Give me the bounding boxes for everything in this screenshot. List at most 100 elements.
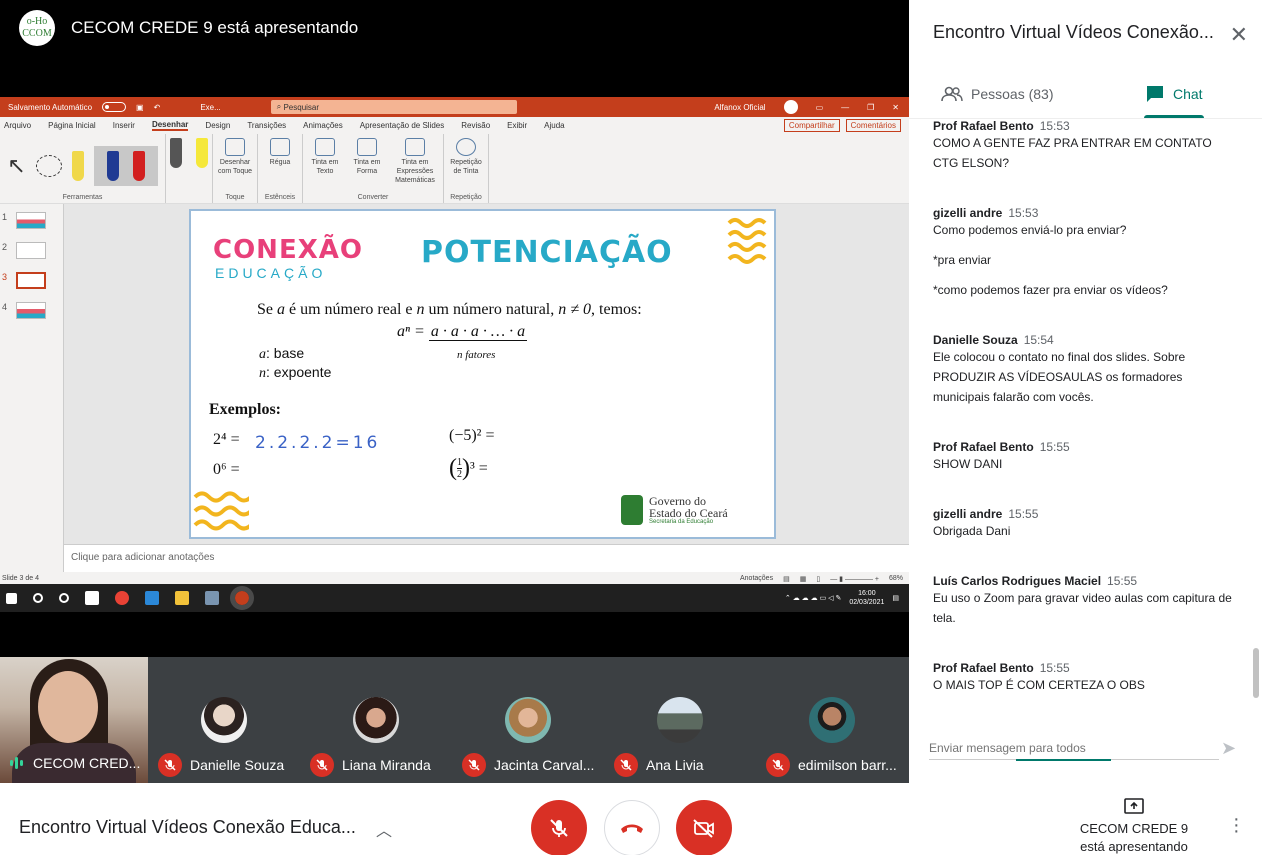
- chat-message-input[interactable]: [929, 736, 1219, 760]
- people-tab-label: Pessoas (83): [971, 86, 1054, 102]
- chrome-icon[interactable]: [115, 591, 129, 605]
- maximize-icon[interactable]: ❐: [867, 103, 874, 112]
- notes-toggle-button[interactable]: Anotações: [740, 575, 773, 583]
- lasso-icon[interactable]: [35, 155, 62, 177]
- self-video-tile[interactable]: CECOM CRED...: [0, 657, 148, 783]
- ribbon-display-icon[interactable]: ▭: [816, 103, 824, 112]
- normal-view-icon[interactable]: ▤: [783, 575, 790, 583]
- tab-revisao[interactable]: Revisão: [461, 121, 490, 130]
- undo-icon[interactable]: ↶: [154, 103, 161, 112]
- pen-selected-icon[interactable]: [93, 146, 158, 186]
- leave-call-button[interactable]: [604, 800, 660, 855]
- clock-time: 16:00: [858, 590, 876, 597]
- video-person-face: [38, 671, 98, 743]
- autosave-toggle[interactable]: [102, 102, 127, 112]
- message-time: 15:55: [1107, 574, 1138, 588]
- base-text: : base: [266, 345, 305, 361]
- notes-pane[interactable]: Clique para adicionar anotações: [64, 544, 909, 572]
- eraser-pen-icon[interactable]: [71, 151, 84, 181]
- search-icon[interactable]: [33, 593, 43, 603]
- tab-animacoes[interactable]: Animações: [303, 121, 343, 130]
- scrollbar-thumb[interactable]: [1253, 648, 1259, 698]
- message-time: 15:55: [1039, 661, 1070, 675]
- chevron-up-icon[interactable]: ︿: [376, 817, 392, 841]
- meeting-title[interactable]: Encontro Virtual Vídeos Conexão Educa...: [19, 817, 356, 838]
- avatar: [505, 697, 551, 743]
- ink-math-icon: [405, 138, 425, 156]
- def-var: n ≠ 0: [558, 301, 592, 318]
- ink-to-shape-button[interactable]: Tinta em Forma: [349, 138, 385, 176]
- tab-arquivo[interactable]: Arquivo: [4, 121, 31, 130]
- windows-start-icon[interactable]: [6, 592, 17, 604]
- ribbon-group-label: Ferramentas: [62, 194, 103, 201]
- example-2: 0⁶ =: [213, 461, 240, 478]
- zoom-slider[interactable]: — ▮ ———— +: [830, 575, 879, 583]
- ink-to-text-button[interactable]: Tinta em Texto: [307, 138, 343, 176]
- tab-pagina-inicial[interactable]: Página Inicial: [48, 121, 96, 130]
- tab-desenhar[interactable]: Desenhar: [151, 120, 189, 131]
- draw-with-touch-button[interactable]: Desenhar com Toque: [217, 138, 253, 176]
- powerpoint-icon[interactable]: [230, 586, 254, 610]
- reading-view-icon[interactable]: ▯: [816, 575, 820, 583]
- select-cursor-icon[interactable]: ↖: [7, 153, 25, 179]
- chat-scrollbar[interactable]: [1252, 118, 1260, 708]
- comments-button[interactable]: Comentários: [845, 119, 901, 132]
- participant-tile[interactable]: edimilson barr...: [756, 657, 908, 783]
- mic-toggle-button[interactable]: [531, 800, 587, 855]
- app-icon[interactable]: [145, 591, 159, 605]
- network-app-icon[interactable]: [205, 591, 219, 605]
- participant-tile[interactable]: Jacinta Carval...: [452, 657, 604, 783]
- presenting-status[interactable]: CECOM CREDE 9 está apresentando: [1070, 797, 1198, 855]
- slide-thumbnail-1[interactable]: [16, 212, 46, 229]
- highlighter-icon[interactable]: [196, 138, 208, 168]
- minimize-icon[interactable]: —: [841, 103, 849, 112]
- gray-pen-icon[interactable]: [170, 138, 182, 168]
- tab-apresentacao[interactable]: Apresentação de Slides: [360, 121, 445, 130]
- participant-tile[interactable]: Danielle Souza: [148, 657, 300, 783]
- tab-ajuda[interactable]: Ajuda: [544, 121, 564, 130]
- example-1: 2⁴ =: [213, 431, 240, 448]
- notifications-icon[interactable]: ▤: [892, 594, 899, 602]
- red-pen-icon[interactable]: [132, 151, 145, 181]
- tab-chat[interactable]: Chat: [1086, 70, 1262, 118]
- camera-toggle-button[interactable]: [676, 800, 732, 855]
- slide-thumbnail-2[interactable]: [16, 242, 46, 259]
- tray-icons[interactable]: ⌃ ☁ ☁ ☁ ▭ ◁ ✎: [785, 594, 841, 602]
- participant-tile[interactable]: Liana Miranda: [300, 657, 452, 783]
- blue-pen-icon[interactable]: [106, 151, 119, 181]
- participant-tile[interactable]: Ana Livia: [604, 657, 756, 783]
- share-button[interactable]: Compartilhar: [783, 119, 840, 132]
- mic-off-icon: [462, 753, 486, 777]
- formula: aⁿ = a · a · a · … · a: [397, 323, 528, 341]
- tab-inserir[interactable]: Inserir: [113, 121, 135, 130]
- close-icon[interactable]: ✕: [892, 103, 899, 112]
- slide-counter: Slide 3 de 4: [2, 575, 39, 582]
- ink-replay-button[interactable]: Repetição de Tinta: [448, 138, 484, 176]
- save-icon[interactable]: ▣: [136, 103, 144, 112]
- clock-date: 02/03/2021: [849, 599, 885, 606]
- ink-to-math-button[interactable]: Tinta em Expressões Matemáticas: [391, 138, 439, 185]
- presenter-avatar: o-Ho CCOM: [19, 9, 55, 46]
- ruler-button[interactable]: Régua: [262, 138, 298, 167]
- tab-transicoes[interactable]: Transições: [247, 121, 286, 130]
- slide-thumbnail-4[interactable]: [16, 302, 46, 319]
- tab-exibir[interactable]: Exibir: [507, 121, 527, 130]
- user-avatar[interactable]: [783, 100, 798, 114]
- sorter-view-icon[interactable]: ▦: [800, 575, 807, 583]
- tab-people[interactable]: Pessoas (83): [909, 70, 1086, 118]
- chat-message: Luís Carlos Rodrigues Maciel 15:55 Eu uso…: [933, 574, 1233, 628]
- ppt-search-box[interactable]: ⌕ Pesquisar: [270, 100, 517, 114]
- close-panel-icon[interactable]: ✕: [1230, 22, 1248, 48]
- store-icon[interactable]: [85, 591, 99, 605]
- message-author: gizelli andre: [933, 507, 1003, 521]
- more-options-icon[interactable]: · · ·: [1233, 809, 1240, 841]
- folder-icon[interactable]: [175, 591, 189, 605]
- tab-design[interactable]: Design: [205, 121, 230, 130]
- chat-message: Prof Rafael Bento 15:55 SHOW DANI: [933, 440, 1233, 474]
- slide-thumbnail-3-selected[interactable]: [16, 272, 46, 289]
- mic-off-icon: [614, 753, 638, 777]
- send-icon[interactable]: ➤: [1221, 738, 1236, 759]
- task-view-icon[interactable]: [59, 593, 69, 603]
- clock[interactable]: 16:00 02/03/2021: [849, 589, 884, 607]
- ruler-label: Régua: [269, 159, 291, 166]
